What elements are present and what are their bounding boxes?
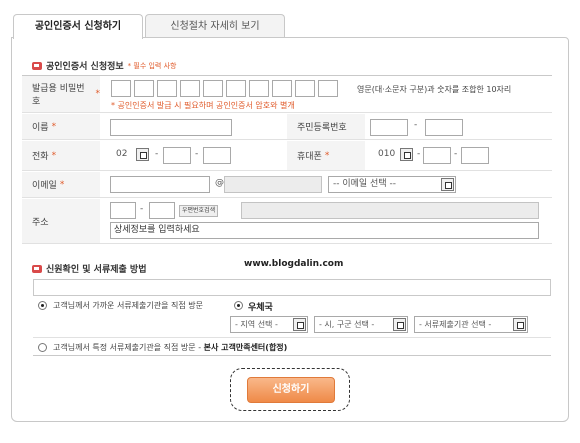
apply-form: 발급용 비밀번호 * 영문(대·소문자 구분)과 숫자를 조합한 10자리 * 공…: [22, 75, 552, 244]
phone-prefix-select[interactable]: 02: [112, 147, 150, 164]
tab-apply[interactable]: 공인인증서 신청하기: [13, 14, 143, 39]
section-icon: [32, 264, 42, 273]
phone-label: 전화 *: [22, 141, 100, 170]
section-apply-info: 공인인증서 신청정보 * 필수 입력 사항: [32, 59, 176, 72]
mobile-prefix-select[interactable]: 010: [374, 147, 414, 164]
section-icon: [32, 61, 42, 70]
post-office-label: 우체국: [248, 303, 273, 313]
phone-middle-input[interactable]: [163, 147, 191, 164]
option-2-radio[interactable]: [38, 343, 47, 352]
dropdown-icon: [136, 148, 149, 161]
watermark-text: www.blogdalin.com: [244, 259, 344, 269]
password-char-7[interactable]: [249, 80, 269, 97]
phone-dash-2: -: [195, 149, 199, 159]
zip-front-input[interactable]: [110, 202, 136, 219]
mobile-last-input[interactable]: [461, 147, 489, 164]
password-char-4[interactable]: [180, 80, 200, 97]
tab-procedure[interactable]: 신청절차 자세히 보기: [145, 14, 285, 38]
section-title: 공인인증서 신청정보: [46, 62, 124, 72]
zip-dash: -: [140, 204, 144, 214]
ssn-front-input[interactable]: [370, 119, 408, 136]
password-note: * 공인인증서 발급 시 필요하며 공인인증서 암호와 별개: [111, 101, 295, 110]
option-1-radio[interactable]: [38, 301, 47, 310]
row-email: 이메일 * @ -- 이메일 선택 --: [22, 172, 552, 198]
ssn-dash: -: [414, 120, 418, 130]
row-password: 발급용 비밀번호 * 영문(대·소문자 구분)과 숫자를 조합한 10자리 * 공…: [22, 76, 552, 113]
password-char-5[interactable]: [203, 80, 223, 97]
section-title: 신원확인 및 서류제출 방법: [46, 265, 147, 275]
email-at: @: [215, 178, 224, 188]
dropdown-icon: [393, 318, 406, 331]
email-id-input[interactable]: [110, 176, 210, 193]
password-char-3[interactable]: [157, 80, 177, 97]
password-char-8[interactable]: [272, 80, 292, 97]
dropdown-icon: [400, 148, 413, 161]
mobile-label: 휴대폰 *: [287, 141, 365, 170]
phone-dash-1: -: [155, 149, 159, 159]
method-info-bar: [33, 279, 551, 296]
region-select[interactable]: - 지역 선택 -: [230, 316, 308, 333]
password-hint: 영문(대·소문자 구분)과 숫자를 조합한 10자리: [357, 85, 512, 94]
method-option-1: 고객님께서 가까운 서류제출기관을 직접 방문 우체국 - 지역 선택 - - …: [33, 296, 551, 338]
address-label: 주소: [22, 199, 100, 243]
section-method: 신원확인 및 서류제출 방법: [32, 262, 146, 275]
address-detail-input[interactable]: 상세정보를 입력하세요: [110, 222, 539, 239]
password-label: 발급용 비밀번호 *: [22, 76, 100, 112]
dropdown-icon: [513, 318, 526, 331]
email-domain-select[interactable]: -- 이메일 선택 --: [328, 176, 456, 193]
city-select[interactable]: - 시, 구군 선택 -: [314, 316, 408, 333]
agency-select[interactable]: - 서류제출기관 선택 -: [414, 316, 528, 333]
dropdown-icon: [293, 318, 306, 331]
option-2-label: 고객님께서 특정 서류제출기관을 직접 방문 - 본사 고객만족센터(합정): [53, 343, 288, 352]
password-char-10[interactable]: [318, 80, 338, 97]
dropdown-icon: [441, 178, 454, 191]
zip-back-input[interactable]: [149, 202, 175, 219]
name-input[interactable]: [110, 119, 232, 136]
ssn-back-input[interactable]: [425, 119, 463, 136]
ssn-label: 주민등록번호: [287, 114, 365, 139]
password-char-2[interactable]: [134, 80, 154, 97]
row-name: 이름 * 주민등록번호 -: [22, 114, 552, 140]
zip-search-button[interactable]: 우편번호검색: [179, 205, 219, 217]
required-note: * 필수 입력 사항: [127, 61, 177, 70]
row-address: 주소 - 우편번호검색 상세정보를 입력하세요: [22, 199, 552, 244]
password-char-6[interactable]: [226, 80, 246, 97]
mobile-middle-input[interactable]: [423, 147, 451, 164]
password-char-9[interactable]: [295, 80, 315, 97]
option-1-label: 고객님께서 가까운 서류제출기관을 직접 방문: [53, 301, 204, 310]
mobile-dash-2: -: [454, 149, 458, 159]
tab-bar: 공인인증서 신청하기 신청절차 자세히 보기: [13, 14, 569, 39]
mobile-dash-1: -: [417, 149, 421, 159]
submit-focus-outline: 신청하기: [230, 368, 350, 411]
password-char-1[interactable]: [111, 80, 131, 97]
email-domain-input[interactable]: [224, 176, 322, 193]
address-base-input[interactable]: [241, 202, 539, 219]
email-label: 이메일 *: [22, 172, 100, 197]
submit-button[interactable]: 신청하기: [247, 377, 335, 403]
post-office-radio[interactable]: [234, 301, 243, 310]
method-option-2: 고객님께서 특정 서류제출기관을 직접 방문 - 본사 고객만족센터(합정): [33, 339, 551, 356]
phone-last-input[interactable]: [203, 147, 231, 164]
row-phone: 전화 * 02 - - 휴대폰 * 010 - -: [22, 141, 552, 171]
name-label: 이름 *: [22, 114, 100, 139]
